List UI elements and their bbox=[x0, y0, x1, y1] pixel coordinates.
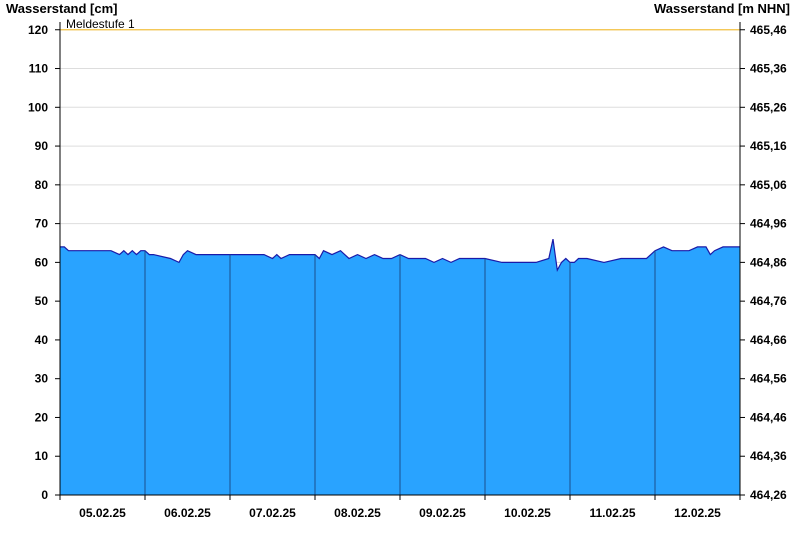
y-right-tick-label: 465,36 bbox=[750, 62, 787, 76]
x-tick-label: 07.02.25 bbox=[249, 506, 296, 520]
y-right-tick-label: 464,76 bbox=[750, 294, 787, 308]
y-left-tick-label: 40 bbox=[35, 333, 49, 347]
y-right-tick-label: 465,46 bbox=[750, 23, 787, 37]
x-tick-label: 06.02.25 bbox=[164, 506, 211, 520]
x-tick-label: 11.02.25 bbox=[589, 506, 635, 520]
x-tick-label: 08.02.25 bbox=[334, 506, 381, 520]
y-left-axis-title: Wasserstand [cm] bbox=[6, 1, 118, 16]
x-tick-label: 12.02.25 bbox=[674, 506, 721, 520]
y-right-tick-label: 465,06 bbox=[750, 178, 787, 192]
y-left-tick-label: 90 bbox=[35, 139, 49, 153]
y-left-tick-label: 70 bbox=[35, 217, 49, 231]
threshold-label: Meldestufe 1 bbox=[66, 17, 135, 31]
chart-svg: 0 10 20 30 40 50 60 70 80 90 100 110 120 464,26 464,36… bbox=[6, 1, 790, 520]
y-right-tick-label: 465,16 bbox=[750, 139, 787, 153]
y-left-tick-label: 0 bbox=[41, 488, 48, 502]
y-right-tick-label: 464,96 bbox=[750, 217, 787, 231]
y-left-tick-label: 50 bbox=[35, 294, 49, 308]
y-left-tick-label: 30 bbox=[35, 372, 49, 386]
y-right-tick-label: 464,56 bbox=[750, 372, 787, 386]
y-left-tick-label: 20 bbox=[35, 410, 49, 424]
y-left-tick-label: 110 bbox=[29, 62, 49, 76]
y-right-tick-label: 465,26 bbox=[750, 100, 787, 114]
y-right-tick-label: 464,66 bbox=[750, 333, 787, 347]
y-left-tick-label: 120 bbox=[28, 23, 48, 37]
y-right-tick-label: 464,86 bbox=[750, 255, 787, 269]
x-tick-label: 09.02.25 bbox=[419, 506, 466, 520]
y-left-tick-label: 80 bbox=[35, 178, 49, 192]
x-tick-label: 05.02.25 bbox=[79, 506, 126, 520]
y-right-tick-label: 464,36 bbox=[750, 449, 787, 463]
y-left-tick-label: 100 bbox=[28, 100, 48, 114]
y-right-axis-title: Wasserstand [m NHN] bbox=[654, 1, 790, 16]
y-right-tick-label: 464,26 bbox=[750, 488, 787, 502]
y-left-tick-label: 10 bbox=[35, 449, 49, 463]
y-left-tick-label: 60 bbox=[35, 255, 49, 269]
water-level-chart: 0 10 20 30 40 50 60 70 80 90 100 110 120 464,26 464,36… bbox=[0, 0, 800, 550]
y-right-tick-label: 464,46 bbox=[750, 410, 787, 424]
x-tick-label: 10.02.25 bbox=[504, 506, 551, 520]
